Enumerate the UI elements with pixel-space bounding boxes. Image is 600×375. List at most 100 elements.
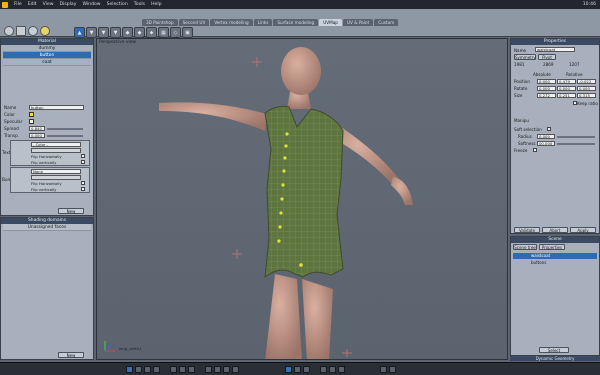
size-z[interactable]: 0.315 bbox=[577, 93, 596, 98]
dynamic-geometry-tab[interactable]: Dynamic Geometry bbox=[510, 356, 600, 361]
tab-links[interactable]: Links bbox=[253, 19, 273, 26]
transp-field[interactable]: 0.000 bbox=[29, 133, 45, 138]
tab-3d-paintshop[interactable]: 3D Paintshop bbox=[142, 19, 178, 26]
light-icon[interactable] bbox=[40, 26, 50, 36]
soft-selection-checkbox[interactable] bbox=[547, 127, 551, 131]
radius-label: Radius bbox=[518, 134, 532, 139]
texture-flip-h-checkbox[interactable] bbox=[81, 154, 85, 158]
menu-selection[interactable]: Selection bbox=[104, 2, 131, 7]
bump-flip-h-checkbox[interactable] bbox=[81, 181, 85, 185]
tab-vertex-modeling[interactable]: Vertex modeling bbox=[210, 19, 253, 26]
position-y[interactable]: 0.479 bbox=[557, 79, 576, 84]
scene-tree-tab[interactable]: Scene tree bbox=[513, 244, 537, 250]
tab-uvmap[interactable]: UVMap bbox=[319, 19, 342, 26]
position-z[interactable]: -0.022 bbox=[577, 79, 596, 84]
bump-file-field[interactable] bbox=[31, 175, 81, 180]
scene-select-button[interactable]: Select bbox=[539, 347, 569, 353]
shaded-icon[interactable] bbox=[179, 366, 186, 373]
select-tool-icon[interactable]: ▲ bbox=[74, 27, 85, 38]
tab-uv-paint[interactable]: UV & Paint bbox=[342, 19, 374, 26]
view-mode-icons bbox=[4, 26, 50, 36]
manipu-label: Manipu bbox=[514, 118, 529, 123]
textured-icon[interactable] bbox=[188, 366, 195, 373]
sphere-view-icon[interactable] bbox=[4, 26, 14, 36]
scale-icon[interactable] bbox=[303, 366, 310, 373]
loop-tool-icon[interactable]: ▼ bbox=[86, 27, 97, 38]
camera-icon[interactable] bbox=[28, 26, 38, 36]
menu-help[interactable]: Help bbox=[148, 2, 164, 7]
pivot-tab[interactable]: Pivot bbox=[538, 54, 556, 60]
cube-view-icon[interactable] bbox=[16, 26, 26, 36]
pan-icon[interactable] bbox=[329, 366, 336, 373]
size-y[interactable]: 0.251 bbox=[557, 93, 576, 98]
rotate-icon[interactable] bbox=[294, 366, 301, 373]
material-name-field[interactable]: button bbox=[29, 105, 84, 110]
menu-view[interactable]: View bbox=[40, 2, 57, 7]
bump-select[interactable]: None bbox=[31, 169, 81, 174]
rotate-x[interactable]: 0.000 bbox=[537, 86, 556, 91]
view-front-icon[interactable] bbox=[135, 366, 142, 373]
material-new-button[interactable]: New bbox=[58, 208, 84, 214]
shape-tool-icon[interactable]: ▼ bbox=[110, 27, 121, 38]
tweak-tool-icon[interactable]: ▣ bbox=[182, 27, 193, 38]
validate-button[interactable]: Validate bbox=[514, 227, 540, 233]
softness-slider[interactable] bbox=[557, 143, 595, 145]
orbit-icon[interactable] bbox=[338, 366, 345, 373]
view-side-icon[interactable] bbox=[144, 366, 151, 373]
prop-name-field[interactable]: waistcoat bbox=[535, 47, 575, 52]
apply-button[interactable]: Apply bbox=[570, 227, 596, 233]
shading-new-button[interactable]: New bbox=[58, 352, 84, 358]
texture-flip-v-checkbox[interactable] bbox=[81, 160, 85, 164]
camera-view-icon[interactable] bbox=[223, 366, 230, 373]
color-swatch[interactable] bbox=[29, 112, 34, 117]
radius-field[interactable]: 0.000 bbox=[537, 134, 555, 139]
menu-tools[interactable]: Tools bbox=[131, 2, 148, 7]
background-icon[interactable] bbox=[232, 366, 239, 373]
size-x[interactable]: 0.272 bbox=[537, 93, 556, 98]
texture-select[interactable]: - Color - bbox=[31, 142, 81, 147]
bump-flip-v-checkbox[interactable] bbox=[81, 187, 85, 191]
render-icon[interactable] bbox=[380, 366, 387, 373]
tab-surface-modeling[interactable]: Surface modeling bbox=[273, 19, 319, 26]
menu-file[interactable]: File bbox=[11, 2, 25, 7]
abort-button[interactable]: Abort bbox=[542, 227, 568, 233]
view-top-icon[interactable] bbox=[153, 366, 160, 373]
all-tool-icon[interactable]: ▼ bbox=[98, 27, 109, 38]
transp-slider[interactable] bbox=[47, 135, 83, 137]
move-icon[interactable] bbox=[285, 366, 292, 373]
tab-second-uv[interactable]: Second UV bbox=[178, 19, 210, 26]
radius-slider[interactable] bbox=[557, 136, 595, 138]
specular-swatch[interactable] bbox=[29, 119, 34, 124]
brush-tool-icon[interactable]: ◆ bbox=[122, 27, 133, 38]
relative-label[interactable]: Relative bbox=[566, 72, 583, 77]
view-perspective-icon[interactable] bbox=[126, 366, 133, 373]
menu-display[interactable]: Display bbox=[57, 2, 80, 7]
position-x[interactable]: 0.000 bbox=[537, 79, 556, 84]
lock-icon[interactable] bbox=[389, 366, 396, 373]
zoom-icon[interactable] bbox=[320, 366, 327, 373]
spread-slider[interactable] bbox=[47, 128, 83, 130]
tab-custom[interactable]: Custom bbox=[374, 19, 399, 26]
rotate-y[interactable]: 0.000 bbox=[557, 86, 576, 91]
material-item-button[interactable]: button bbox=[3, 52, 91, 59]
shading-item-unassigned[interactable]: Unassigned faces bbox=[3, 224, 91, 231]
scene-item-waistcoat[interactable]: waistcoat bbox=[513, 253, 597, 259]
material-item-dummy[interactable]: dummy bbox=[3, 45, 91, 52]
lights-icon[interactable] bbox=[214, 366, 221, 373]
absolute-label[interactable]: Absolute bbox=[533, 72, 551, 77]
freeze-checkbox[interactable] bbox=[533, 148, 537, 152]
menu-window[interactable]: Window bbox=[79, 2, 103, 7]
grid-icon[interactable] bbox=[205, 366, 212, 373]
menu-edit[interactable]: Edit bbox=[25, 2, 40, 7]
viewport-canvas bbox=[104, 47, 413, 359]
material-item-coat[interactable]: coat bbox=[3, 59, 91, 66]
perspective-viewport[interactable]: Perspective view long_vert01 bbox=[96, 38, 508, 360]
texture-file-field[interactable] bbox=[31, 148, 81, 153]
softness-field[interactable]: 00.000 bbox=[537, 141, 555, 146]
wireframe-icon[interactable] bbox=[170, 366, 177, 373]
spread-field[interactable]: 0.840 bbox=[29, 126, 45, 131]
scene-properties-tab[interactable]: Properties bbox=[539, 244, 565, 250]
rotate-z[interactable]: 0.000 bbox=[577, 86, 596, 91]
symmetry-tab[interactable]: Symmetry bbox=[514, 54, 536, 60]
scene-item-buttons[interactable]: buttons bbox=[513, 260, 597, 266]
